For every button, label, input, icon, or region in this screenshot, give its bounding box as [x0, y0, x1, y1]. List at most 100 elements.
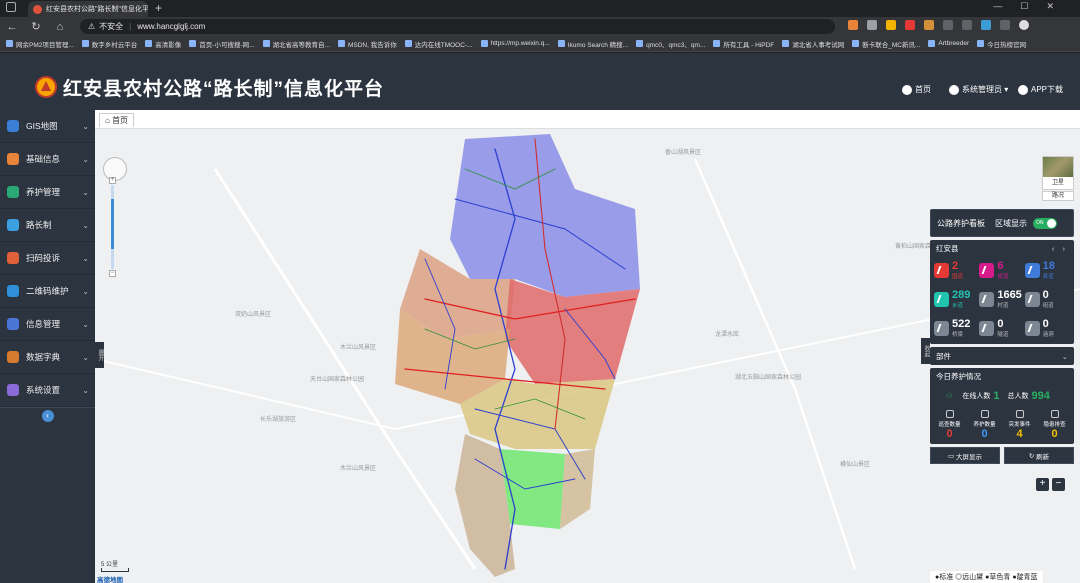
phone-icon [1018, 84, 1028, 95]
map-scale: 5 公里 [101, 559, 129, 572]
basemap-yuanshandai[interactable]: ◎远山黛 [955, 574, 983, 581]
menu-icon [7, 351, 19, 363]
chevron-down-icon: ⌄ [1061, 351, 1068, 361]
zoom-slider[interactable]: + − [109, 177, 116, 277]
sidebar-item[interactable]: 系统设置 ⌄ [0, 374, 95, 407]
tab-home[interactable]: ⌂ 首页 [99, 113, 135, 127]
share-icon[interactable] [1000, 20, 1010, 30]
extension-icon[interactable] [848, 20, 858, 30]
map-label: 湖北五脑山国家森林公园 [735, 375, 802, 381]
caret-down-icon: ▾ [1002, 85, 1009, 94]
sidebar-item[interactable]: 路长制 ⌄ [0, 209, 95, 242]
bookmark-item[interactable]: 数字乡村云平台 [81, 39, 137, 49]
bookmark-icon [404, 40, 412, 47]
total-count: 994 [1031, 390, 1050, 402]
collections-icon[interactable] [962, 20, 972, 30]
menu-icon [7, 153, 19, 165]
warning-icon: ⚠ [88, 22, 96, 31]
user-menu[interactable]: 系统管理员 ▾ [949, 84, 1008, 95]
today-title: 今日养护情况 [936, 371, 981, 381]
bookmark-icon [337, 40, 345, 47]
road-icon [934, 291, 949, 307]
bookmark-icon [557, 40, 565, 47]
url-text: www.hancglglj.com [137, 22, 206, 31]
big-screen-button[interactable]: ▭ 大屏显示 [930, 447, 1000, 464]
basemap-dianqinglan[interactable]: ●靛青蓝 [1012, 574, 1037, 581]
sidebar-item[interactable]: 养护管理 ⌄ [0, 176, 95, 209]
basemap-caoseqing[interactable]: ●草色青 [985, 574, 1010, 581]
maintenance-dashboard: 公路养护看板 区域显示 ON 红安县 ‹ › 2 国道 6 省道 18 县道 289 乡道 16… [930, 209, 1074, 464]
sidebar-item[interactable]: 扫码投诉 ⌄ [0, 242, 95, 275]
bookmark-item[interactable]: 网余PM2项目管理... [6, 39, 74, 49]
map-label: 双奶山风景区 [235, 312, 272, 318]
satellite-toggle[interactable]: 卫星 [1042, 156, 1074, 190]
url-field[interactable]: ⚠ 不安全 | www.hancglglj.com [80, 19, 835, 34]
expand-tab[interactable]: 展开 [95, 342, 104, 368]
refresh-button[interactable]: ↻ 刷新 [1004, 447, 1074, 464]
bookmark-item[interactable]: 首页-小可搜搜-网... [189, 39, 255, 49]
tab-menu-icon[interactable] [6, 2, 16, 12]
sidebar-item[interactable]: 数据字典 ⌄ [0, 341, 95, 374]
road-stat[interactable]: 289 乡道 [934, 287, 979, 311]
bookmark-icon [713, 40, 721, 47]
road-stat[interactable]: 1665 村道 [979, 287, 1024, 311]
bookmark-item[interactable]: 高清影像 [145, 39, 181, 49]
home-icon[interactable]: ⌂ [48, 21, 72, 33]
basemap-switcher[interactable]: ●标准 ◎远山黛 ●草色青 ●靛青蓝 [930, 571, 1043, 583]
extension-icon[interactable] [924, 20, 934, 30]
back-icon[interactable]: ← [0, 21, 24, 33]
person-icon: ⚇ [946, 393, 953, 400]
road-stat[interactable]: 0 涵洞 [1024, 316, 1070, 340]
bookmark-item[interactable]: 湖北省人事考试网 [782, 39, 844, 49]
extension-icon[interactable] [867, 20, 877, 30]
zoom-out-button[interactable]: − [109, 270, 116, 277]
edge-icon[interactable] [981, 20, 991, 30]
department-dropdown[interactable]: 部件 ⌄ [930, 347, 1074, 365]
minus-button[interactable]: − [1052, 478, 1065, 491]
app-download-link[interactable]: APP下载 [1018, 84, 1063, 95]
browser-tab[interactable]: 红安县农村公路"路长制"信息化平 ✕ [28, 1, 148, 17]
sidebar-item[interactable]: 信息管理 ⌄ [0, 308, 95, 341]
new-tab-icon[interactable]: + [155, 1, 162, 15]
sidebar: GIS地图 ⌄ 基础信息 ⌄ 养护管理 ⌄ 路长制 ⌄ 扫码投诉 ⌄ 二维码维护 ⌄ 信息管理 ⌄ 数据字典… [0, 110, 95, 583]
road-stat[interactable]: 0 隧道 [979, 316, 1024, 340]
road-stat[interactable]: 2 国道 [934, 258, 979, 282]
road-stat[interactable]: 18 县道 [1024, 258, 1070, 282]
road-stat[interactable]: 0 组道 [1024, 287, 1070, 311]
basemap-standard[interactable]: ●标准 [935, 574, 953, 581]
traffic-toggle[interactable]: 路况 [1042, 191, 1074, 201]
menu-icon [7, 186, 19, 198]
area-display-toggle[interactable]: ON [1033, 217, 1057, 229]
plus-button[interactable]: + [1036, 478, 1049, 491]
sidebar-item[interactable]: 二维码维护 ⌄ [0, 275, 95, 308]
bookmark-item[interactable]: MSDN, 我告诉你 [337, 39, 397, 49]
road-stat[interactable]: 522 桥梁 [934, 316, 979, 340]
bookmark-item[interactable]: Ikumo Search 精搜... [557, 39, 628, 49]
sidebar-collapse-button[interactable]: ‹ [0, 407, 95, 423]
region-southeast [560, 449, 595, 529]
sidebar-item[interactable]: GIS地图 ⌄ [0, 110, 95, 143]
zoom-in-button[interactable]: + [109, 177, 116, 184]
bookmark-item[interactable]: 断卡联合_MC新讯... [852, 39, 920, 49]
window-controls[interactable]: —☐✕ [993, 1, 1072, 12]
bookmark-item[interactable]: https://mp.weixin.q... [480, 40, 550, 47]
bookmark-item[interactable]: 所有工具 - HiPDF [713, 39, 774, 49]
collapse-panel-tab[interactable]: 收起 [921, 338, 930, 364]
bookmark-item[interactable]: 达内在线TMOOC-... [404, 39, 473, 49]
reload-icon[interactable]: ↻ [24, 20, 48, 33]
county-nav-arrows[interactable]: ‹ › [1052, 244, 1068, 253]
map-label: 木兰山风景区 [340, 466, 377, 472]
extension-icon[interactable] [905, 20, 915, 30]
bookmark-item[interactable]: 今日热榜官网 [977, 39, 1026, 49]
sidebar-item[interactable]: 基础信息 ⌄ [0, 143, 95, 176]
online-stats: ⚇ 在线人数 1 总人数 994 [946, 390, 1050, 402]
favorites-icon[interactable] [943, 20, 953, 30]
bookmark-item[interactable]: 湖北省高等教育自... [262, 39, 330, 49]
bookmark-item[interactable]: Artbreeder [928, 40, 969, 47]
bookmark-icon [782, 40, 790, 47]
nav-home-link[interactable]: 首页 [902, 84, 931, 95]
profile-avatar[interactable] [1019, 20, 1029, 30]
bookmark-item[interactable]: qmc0、qmc3、qm... [636, 39, 705, 49]
road-stat[interactable]: 6 省道 [979, 258, 1024, 282]
extension-icon[interactable] [886, 20, 896, 30]
